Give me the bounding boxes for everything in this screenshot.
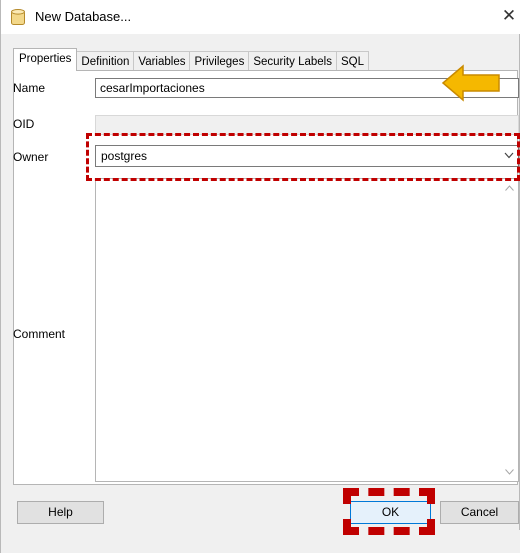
help-button[interactable]: Help [17, 501, 104, 524]
scroll-up-icon[interactable] [505, 185, 514, 191]
cancel-button[interactable]: Cancel [440, 501, 519, 524]
comment-label: Comment [13, 327, 66, 341]
oid-field [95, 115, 519, 135]
tab-variables[interactable]: Variables [133, 51, 191, 71]
tab-properties[interactable]: Properties [13, 48, 78, 71]
dialog-title: New Database... [35, 9, 132, 24]
scroll-down-icon[interactable] [505, 469, 514, 475]
new-database-dialog: New Database... ✕ Properties Definition … [0, 0, 520, 553]
close-icon: ✕ [501, 6, 517, 25]
name-input[interactable] [95, 78, 519, 98]
oid-label: OID [13, 117, 35, 131]
tab-strip: Properties Definition Variables Privileg… [13, 48, 369, 71]
status-bar [1, 530, 520, 553]
chevron-down-icon [504, 152, 514, 159]
comment-textarea[interactable] [95, 178, 519, 482]
close-button[interactable]: ✕ [499, 4, 519, 28]
tab-security-labels[interactable]: Security Labels [248, 51, 337, 71]
tab-privileges[interactable]: Privileges [189, 51, 250, 71]
ok-button[interactable]: OK [350, 501, 431, 524]
owner-label: Owner [13, 150, 49, 164]
owner-select[interactable]: postgres [95, 145, 519, 167]
name-label: Name [13, 81, 46, 95]
owner-value: postgres [101, 149, 148, 163]
title-bar: New Database... ✕ [1, 0, 520, 34]
database-icon [11, 9, 25, 25]
comment-scrollbar[interactable] [501, 179, 518, 481]
tab-sql[interactable]: SQL [335, 51, 369, 71]
tab-definition[interactable]: Definition [76, 51, 135, 71]
